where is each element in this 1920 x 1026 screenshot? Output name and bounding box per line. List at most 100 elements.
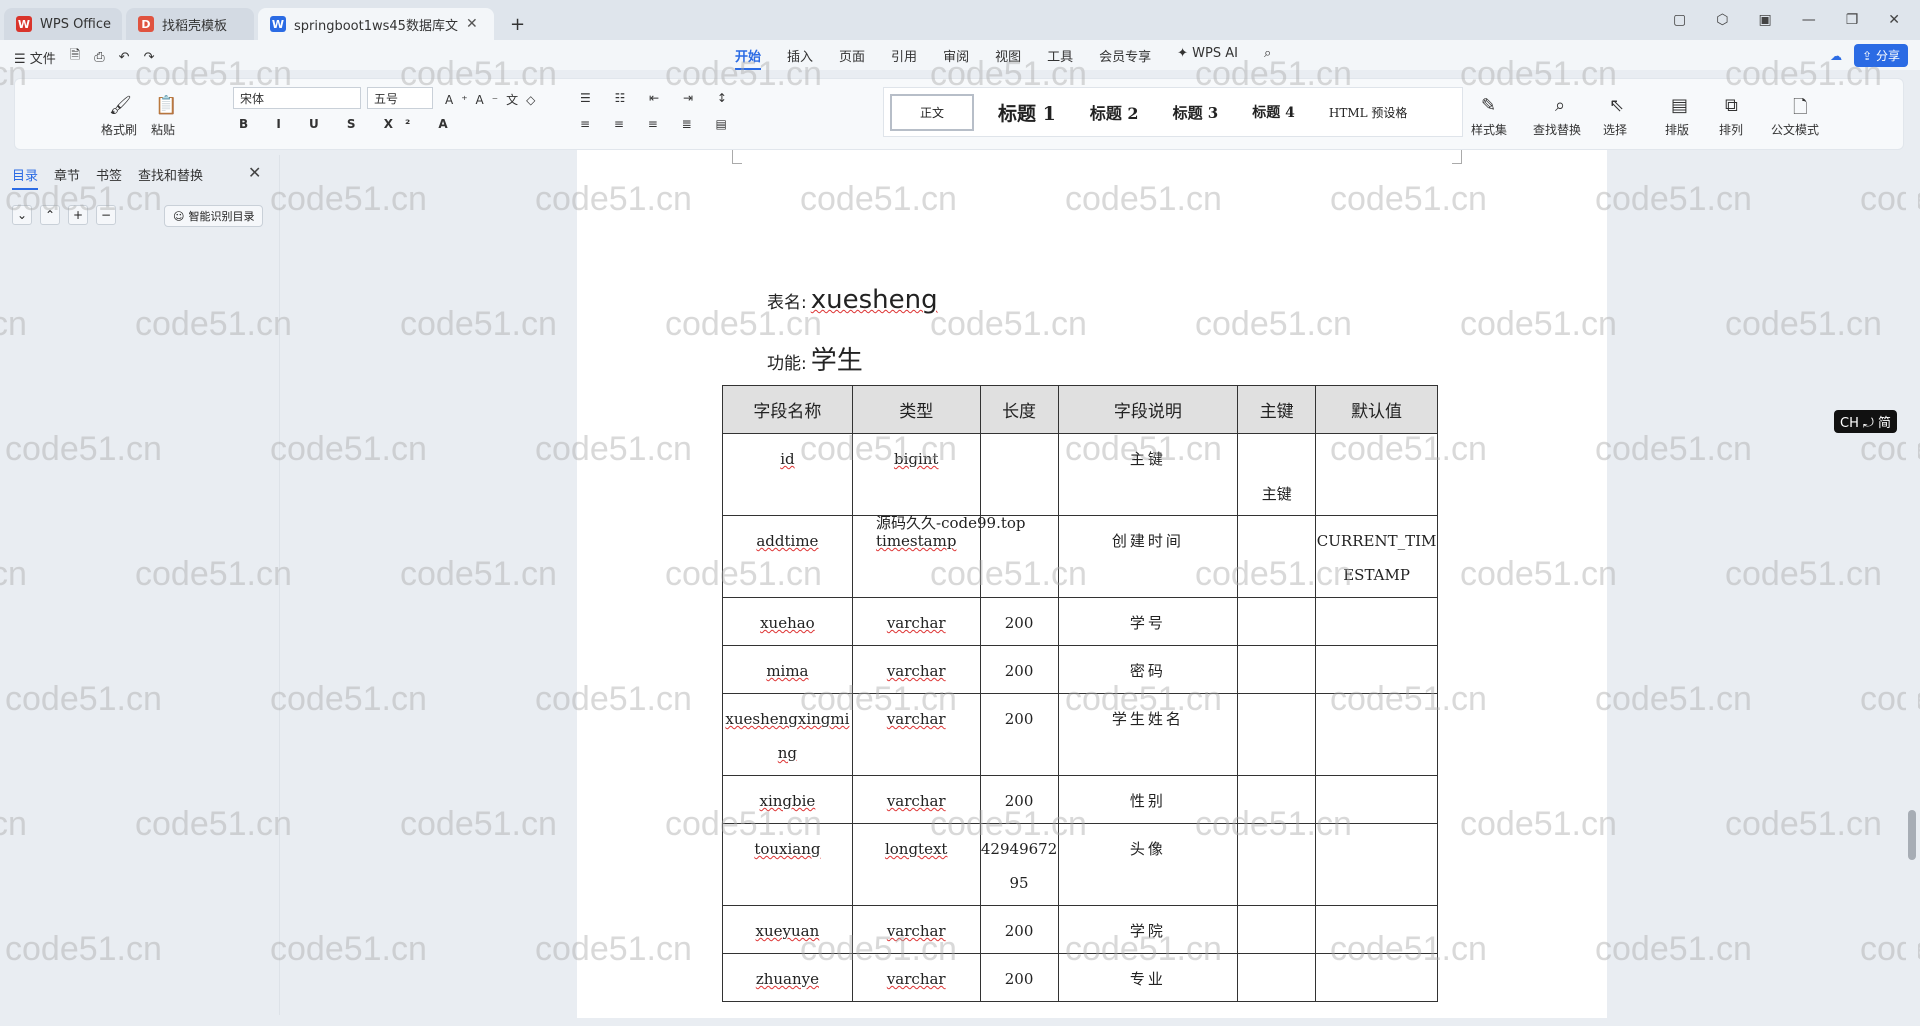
tab-view[interactable]: 视图 xyxy=(995,46,1021,70)
save-icon[interactable]: 🗎 xyxy=(70,46,80,68)
format-painter-button[interactable]: 格式刷 xyxy=(101,121,137,138)
avatar[interactable]: ▣ xyxy=(1758,12,1771,28)
typeset-icon[interactable]: ▤ xyxy=(1671,95,1688,116)
smart-icon: ☺ xyxy=(173,209,185,223)
watermark-text: code51.cn xyxy=(400,805,557,843)
tab-insert[interactable]: 插入 xyxy=(787,46,813,70)
font-size-select[interactable]: 五号 xyxy=(367,87,433,109)
tab-toc[interactable]: 目录 xyxy=(12,165,39,190)
watermark-text: code51.cn xyxy=(1725,805,1882,843)
close-tab-icon[interactable]: ✕ xyxy=(466,16,478,32)
table-name-label: 表名: xyxy=(767,293,807,313)
style-heading-3[interactable]: 标题 3 xyxy=(1163,94,1229,131)
table-cell: zhuanye xyxy=(722,953,853,1002)
tab-tools[interactable]: 工具 xyxy=(1047,46,1073,70)
font-size-tools[interactable]: A⁺A⁻文◇ xyxy=(445,91,543,108)
file-menu[interactable]: ☰ 文件 xyxy=(14,48,56,67)
find-icon[interactable]: ⌕ xyxy=(1555,95,1565,116)
table-cell: xingbie xyxy=(722,775,853,824)
chevron-up-icon[interactable]: ⌃ xyxy=(40,205,60,225)
tab-start[interactable]: 开始 xyxy=(735,46,762,70)
table-cell: xuehao xyxy=(722,597,853,646)
tab-review[interactable]: 审阅 xyxy=(943,46,969,70)
tab-wps-office[interactable]: W WPS Office xyxy=(4,8,122,40)
table-cell xyxy=(1237,515,1317,598)
document-page: 表名: xuesheng 功能: 学生 字段名称 类型 长度 字段说明 主键 默认值 id bi… xyxy=(577,150,1607,1020)
font-family-select[interactable]: 宋体 xyxy=(233,87,361,109)
table-cell xyxy=(1237,775,1317,824)
tab-label: springboot1ws45数据库文 xyxy=(294,18,458,34)
table-cell: addtime xyxy=(722,515,853,598)
tab-bookmark[interactable]: 书签 xyxy=(96,165,122,190)
print-icon[interactable]: ⎙ xyxy=(94,50,104,65)
minus-icon[interactable]: − xyxy=(96,205,116,225)
paste-icon[interactable]: 📋 xyxy=(155,95,177,116)
tab-page[interactable]: 页面 xyxy=(839,46,865,70)
scroll-thumb[interactable] xyxy=(1908,810,1916,860)
typeset-button[interactable]: 排版 xyxy=(1665,121,1689,138)
format-painter-icon[interactable]: 🖌 xyxy=(109,95,132,116)
close-icon[interactable]: ✕ xyxy=(1888,12,1900,28)
paste-button[interactable]: 粘贴 xyxy=(151,121,175,138)
share-button[interactable]: ⇪ 分享 xyxy=(1854,44,1908,67)
wps-ai-button[interactable]: ✦ WPS AI xyxy=(1177,46,1238,70)
tab-docer[interactable]: D 找稻壳模板 xyxy=(126,8,254,40)
status-bar xyxy=(0,1018,1920,1026)
table-row: mima varchar 200 密码 xyxy=(722,645,1438,694)
minimize-icon[interactable]: — xyxy=(1802,12,1816,28)
table-cell: 学生姓名 xyxy=(1057,693,1239,776)
font-style-buttons[interactable]: B I U S X² A xyxy=(239,117,460,131)
smart-toc-button[interactable]: ☺ 智能识别目录 xyxy=(164,205,264,227)
layout-icon[interactable]: ▢ xyxy=(1673,12,1686,28)
cloud-icon[interactable]: ☁ xyxy=(1830,49,1842,63)
table-cell: 200 xyxy=(979,693,1059,776)
table-cell xyxy=(1237,597,1317,646)
table-cell: 创建时间 xyxy=(1057,515,1239,598)
style-set-icon[interactable]: ✎ xyxy=(1481,95,1496,116)
tab-find-replace[interactable]: 查找和替换 xyxy=(138,165,203,190)
tab-reference[interactable]: 引用 xyxy=(891,46,917,70)
table-name-line: 表名: xuesheng xyxy=(767,285,938,315)
style-heading-2[interactable]: 标题 2 xyxy=(1080,92,1149,132)
official-mode-button[interactable]: 公文模式 xyxy=(1771,121,1819,138)
input-method-badge[interactable]: CH ⤾ 简 xyxy=(1834,410,1897,433)
tab-member[interactable]: 会员专享 xyxy=(1099,46,1151,70)
table-cell: varchar xyxy=(851,775,981,824)
find-replace-button[interactable]: 查找替换 xyxy=(1533,121,1581,138)
style-heading-1[interactable]: 标题 1 xyxy=(988,91,1066,134)
vertical-scrollbar[interactable] xyxy=(1906,155,1918,1015)
style-set-button[interactable]: 样式集 xyxy=(1471,121,1507,138)
column-header: 长度 xyxy=(979,385,1059,434)
table-cell: varchar xyxy=(851,953,981,1002)
function-label: 功能: xyxy=(767,354,807,374)
table-cell: bigint xyxy=(851,433,981,516)
tab-document[interactable]: W springboot1ws45数据库文 ✕ xyxy=(258,8,494,40)
new-tab-button[interactable]: + xyxy=(498,8,538,40)
style-html[interactable]: HTML 预设格 xyxy=(1319,96,1418,129)
field-table: 字段名称 类型 长度 字段说明 主键 默认值 id bigint 主键 主键 addtime tim… xyxy=(722,385,1438,1002)
search-icon[interactable]: ⌕ xyxy=(1264,46,1271,70)
chevron-down-icon[interactable]: ⌄ xyxy=(12,205,32,225)
table-cell: id xyxy=(722,433,853,516)
table-cell xyxy=(1237,693,1317,776)
style-heading-4[interactable]: 标题 4 xyxy=(1242,94,1305,130)
align-buttons[interactable]: ≡ ≡ ≡ ≣ ▤ xyxy=(580,117,737,131)
redo-icon[interactable]: ↷ xyxy=(144,50,155,65)
title-bar: W WPS Office D 找稻壳模板 W springboot1ws45数据… xyxy=(0,0,1920,40)
select-button[interactable]: 选择 xyxy=(1603,121,1627,138)
tab-chapter[interactable]: 章节 xyxy=(54,165,80,190)
plus-icon[interactable]: + xyxy=(68,205,88,225)
arrange-icon[interactable]: ⧉ xyxy=(1725,95,1738,116)
list-buttons[interactable]: ☰ ☷ ⇤ ⇥ ↕ xyxy=(580,91,737,105)
style-normal[interactable]: 正文 xyxy=(890,93,975,131)
close-pane-icon[interactable]: ✕ xyxy=(248,163,261,182)
column-header: 类型 xyxy=(851,385,981,434)
window-controls: ▢ ⬡ ▣ — ❐ ✕ xyxy=(1673,0,1920,40)
cube-icon[interactable]: ⬡ xyxy=(1716,12,1728,28)
select-icon[interactable]: ⇖ xyxy=(1609,95,1624,116)
docer-icon: D xyxy=(138,16,154,32)
table-cell: 200 xyxy=(979,953,1059,1002)
arrange-button[interactable]: 排列 xyxy=(1719,121,1743,138)
undo-icon[interactable]: ↶ xyxy=(119,50,130,65)
restore-icon[interactable]: ❐ xyxy=(1846,12,1859,28)
